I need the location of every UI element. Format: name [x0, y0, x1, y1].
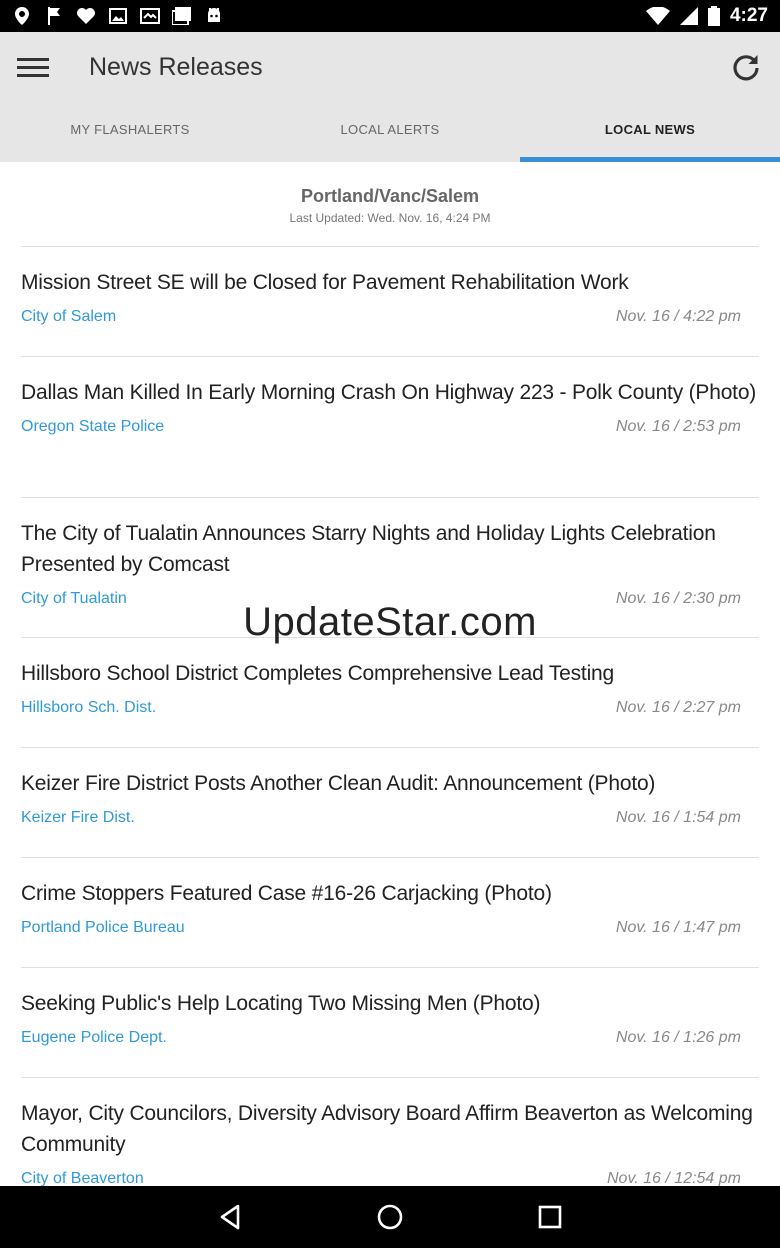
- heart-icon: [76, 7, 96, 25]
- tab-local-alerts[interactable]: LOCAL ALERTS: [260, 102, 520, 162]
- news-item-source[interactable]: City of Salem: [21, 308, 116, 332]
- news-item-source[interactable]: City of Beaverton: [21, 1170, 144, 1186]
- tab-my-flashalerts[interactable]: MY FLASHALERTS: [0, 102, 260, 162]
- system-nav-bar: [0, 1186, 780, 1248]
- news-item-title: The City of Tualatin Announces Starry Ni…: [21, 522, 716, 576]
- news-item-meta: City of Beaverton Nov. 16 / 12:54 pm: [21, 1170, 759, 1186]
- news-item-source[interactable]: Hillsboro Sch. Dist.: [21, 699, 156, 723]
- feed-region-title: Portland/Vanc/Salem: [300, 186, 480, 206]
- news-item-title: Mission Street SE will be Closed for Pav…: [21, 271, 629, 294]
- news-item-meta: City of Salem Nov. 16 / 4:22 pm: [21, 308, 759, 332]
- news-item-source[interactable]: Eugene Police Dept.: [21, 1029, 167, 1053]
- news-item[interactable]: The City of Tualatin Announces Starry Ni…: [21, 497, 759, 637]
- news-item-meta: Portland Police Bureau Nov. 16 / 1:47 pm: [21, 919, 759, 943]
- news-item[interactable]: Mayor, City Councilors, Diversity Adviso…: [21, 1077, 759, 1186]
- news-item[interactable]: Mission Street SE will be Closed for Pav…: [21, 246, 759, 356]
- news-item[interactable]: Hillsboro School District Completes Comp…: [21, 637, 759, 747]
- refresh-icon[interactable]: [730, 52, 762, 84]
- wifi-icon: [645, 7, 670, 25]
- news-item-time: Nov. 16 / 12:54 pm: [607, 1170, 741, 1186]
- news-item-time: Nov. 16 / 1:54 pm: [615, 809, 741, 826]
- clock-time: 4:27: [729, 5, 768, 26]
- news-item-source[interactable]: Keizer Fire Dist.: [21, 809, 135, 833]
- news-item-title: Dallas Man Killed In Early Morning Crash…: [21, 381, 757, 404]
- news-item-time: Nov. 16 / 4:22 pm: [615, 308, 741, 325]
- notification-icons: [12, 7, 224, 25]
- news-item-time: Nov. 16 / 1:47 pm: [615, 919, 741, 936]
- hamburger-menu-icon[interactable]: [17, 55, 51, 79]
- news-item-meta: Oregon State Police Nov. 16 / 2:53 pm: [21, 418, 759, 442]
- news-item-time: Nov. 16 / 1:26 pm: [615, 1029, 741, 1046]
- news-item-source[interactable]: Portland Police Bureau: [21, 919, 185, 943]
- news-item-time: Nov. 16 / 2:30 pm: [615, 590, 741, 607]
- tab-local-news[interactable]: LOCAL NEWS: [520, 102, 780, 162]
- status-bar: 4:27: [0, 0, 780, 32]
- image-icon: [108, 7, 128, 25]
- news-item-meta: Keizer Fire Dist. Nov. 16 / 1:54 pm: [21, 809, 759, 833]
- news-item[interactable]: Seeking Public's Help Locating Two Missi…: [21, 967, 759, 1077]
- news-item-time: Nov. 16 / 2:27 pm: [615, 699, 741, 716]
- android-icon: [204, 7, 224, 25]
- last-updated-text: Last Updated: Wed. Nov. 16, 4:24 PM: [289, 211, 491, 225]
- news-item-meta: Eugene Police Dept. Nov. 16 / 1:26 pm: [21, 1029, 759, 1053]
- home-icon[interactable]: [370, 1197, 410, 1237]
- news-item-title: Hillsboro School District Completes Comp…: [21, 662, 614, 685]
- news-item-title: Mayor, City Councilors, Diversity Adviso…: [21, 1102, 753, 1156]
- feed-header: Portland/Vanc/Salem Last Updated: Wed. N…: [0, 162, 780, 246]
- news-item[interactable]: Dallas Man Killed In Early Morning Crash…: [21, 356, 759, 497]
- news-item-source[interactable]: City of Tualatin: [21, 590, 127, 614]
- page-title: News Releases: [89, 52, 263, 81]
- news-item-source[interactable]: Oregon State Police: [21, 418, 164, 442]
- news-item-title: Keizer Fire District Posts Another Clean…: [21, 772, 656, 795]
- system-icons: 4:27: [645, 5, 768, 27]
- recents-icon[interactable]: [530, 1197, 570, 1237]
- news-feed[interactable]: Portland/Vanc/Salem Last Updated: Wed. N…: [0, 162, 780, 1186]
- news-item-title: Crime Stoppers Featured Case #16-26 Carj…: [21, 882, 552, 905]
- tab-bar: MY FLASHALERTS LOCAL ALERTS LOCAL NEWS: [0, 102, 780, 162]
- back-icon[interactable]: [210, 1197, 250, 1237]
- app-bar: News Releases: [0, 32, 780, 102]
- flag-icon: [44, 7, 64, 25]
- news-item[interactable]: Keizer Fire District Posts Another Clean…: [21, 747, 759, 857]
- photos-icon: [172, 7, 192, 25]
- news-item-meta: Hillsboro Sch. Dist. Nov. 16 / 2:27 pm: [21, 699, 759, 723]
- location-pin-icon: [12, 7, 32, 25]
- news-item-title: Seeking Public's Help Locating Two Missi…: [21, 992, 541, 1015]
- battery-icon: [707, 6, 720, 26]
- news-item-time: Nov. 16 / 2:53 pm: [615, 418, 741, 435]
- mail-icon: [140, 7, 160, 25]
- signal-icon: [679, 7, 698, 25]
- news-item-meta: City of Tualatin Nov. 16 / 2:30 pm: [21, 590, 759, 614]
- news-item[interactable]: Crime Stoppers Featured Case #16-26 Carj…: [21, 857, 759, 967]
